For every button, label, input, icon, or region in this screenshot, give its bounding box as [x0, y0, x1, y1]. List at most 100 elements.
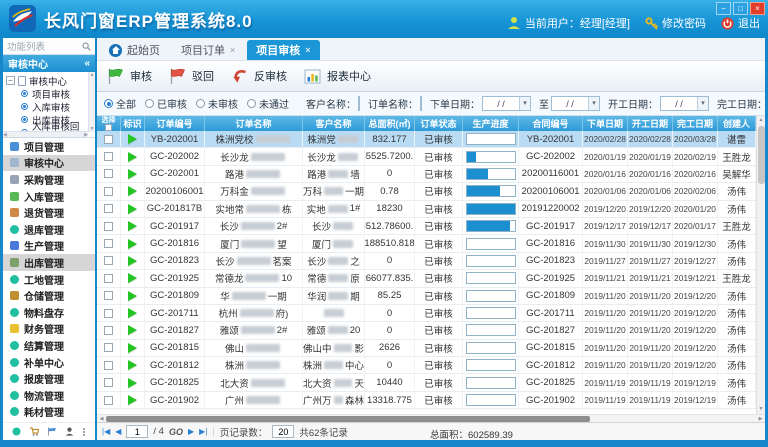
column-header-11[interactable]: 完工日期	[673, 116, 718, 131]
row-checkbox[interactable]	[104, 291, 113, 300]
status-radio-未审核[interactable]: 未审核	[196, 96, 247, 111]
audit-button[interactable]: 审核	[106, 67, 152, 86]
tab-home[interactable]: 起始页	[100, 40, 169, 60]
tree-hscrollbar[interactable]: ◀▶	[3, 131, 88, 137]
first-page-button[interactable]: |◀	[102, 427, 110, 436]
column-header-5[interactable]: 总面积(㎡)	[365, 116, 415, 131]
sidebar-module-结算管理[interactable]: 结算管理	[3, 337, 95, 354]
column-header-12[interactable]: 创建人	[718, 116, 756, 131]
sidebar-module-入库管理[interactable]: 入库管理	[3, 188, 95, 205]
status-radio-未通过[interactable]: 未通过	[247, 96, 298, 111]
column-header-4[interactable]: 客户名称	[303, 116, 365, 131]
tree-item[interactable]: 项目审核	[6, 87, 87, 100]
sidebar-module-工地管理[interactable]: 工地管理	[3, 271, 95, 288]
row-checkbox[interactable]	[104, 204, 113, 213]
report-center-button[interactable]: 报表中心	[303, 67, 371, 86]
column-header-0[interactable]: 选择	[97, 116, 121, 131]
next-page-button[interactable]: ▶	[188, 427, 194, 436]
minimize-button[interactable]: −	[716, 2, 731, 15]
row-checkbox[interactable]	[104, 256, 113, 265]
more-icon[interactable]	[82, 427, 86, 436]
row-checkbox[interactable]	[104, 187, 113, 196]
sidebar-module-物料盘存[interactable]: 物料盘存	[3, 304, 95, 321]
start-date-picker[interactable]: / / ▾	[660, 96, 709, 111]
column-header-7[interactable]: 生产进度	[463, 116, 519, 131]
tree-vscrollbar[interactable]: ▲▼	[88, 72, 95, 132]
hscroll-thumb[interactable]	[106, 416, 590, 422]
table-row[interactable]: 20200106001万科金万科一期0.78已审核202001060012020…	[97, 183, 756, 200]
table-vscrollbar[interactable]: ▲ ▼	[756, 116, 765, 414]
cart-icon[interactable]	[29, 427, 39, 436]
sidebar-module-耗材管理[interactable]: 耗材管理	[3, 404, 95, 421]
table-row[interactable]: GC-201825北大资北大资天10440已审核GC-2018252019/11…	[97, 374, 756, 391]
vscroll-thumb[interactable]	[758, 126, 765, 184]
sidebar-module-审核中心[interactable]: 审核中心	[3, 155, 95, 172]
close-tab-icon[interactable]: ×	[305, 45, 310, 55]
column-header-1[interactable]: 标识	[121, 116, 145, 131]
maximize-button[interactable]: □	[733, 2, 748, 15]
column-header-6[interactable]: 订单状态	[415, 116, 463, 131]
row-checkbox[interactable]	[104, 309, 113, 318]
calendar-dropdown-icon[interactable]: ▾	[697, 97, 708, 110]
scroll-right-icon[interactable]: ▶	[756, 416, 765, 422]
row-checkbox[interactable]	[104, 378, 113, 387]
row-checkbox[interactable]	[104, 222, 113, 231]
customer-name-input[interactable]	[358, 96, 360, 111]
sidebar-module-采购管理[interactable]: 采购管理	[3, 171, 95, 188]
row-checkbox[interactable]	[104, 361, 113, 370]
table-row[interactable]: GC-201809华一期华润期85.25已审核GC-2018092019/11/…	[97, 288, 756, 305]
order-date-from-picker[interactable]: / / ▾	[482, 96, 531, 111]
sidebar-module-退库管理[interactable]: 退库管理	[3, 221, 95, 238]
order-name-input[interactable]	[420, 96, 422, 111]
table-row[interactable]: GC-201925常德龙10常德原266077.835...已审核GC-2019…	[97, 270, 756, 287]
table-row[interactable]: GC-201827雅颂2#雅颂200已审核GC-2018272019/11/20…	[97, 322, 756, 339]
person-icon[interactable]	[65, 427, 74, 436]
sidebar-module-生产管理[interactable]: 生产管理	[3, 238, 95, 255]
row-checkbox[interactable]	[104, 326, 113, 335]
calendar-dropdown-icon[interactable]: ▾	[519, 97, 530, 110]
prev-page-button[interactable]: ◀	[115, 427, 121, 436]
table-row[interactable]: GC-202001路港路港墙0已审核202001160012020/01/162…	[97, 166, 756, 183]
collapse-icon[interactable]: «	[84, 58, 90, 69]
tab-project-orders[interactable]: 项目订单 ×	[172, 40, 244, 60]
row-checkbox[interactable]	[104, 396, 113, 405]
table-row[interactable]: GC-201817B实地常栋实地1#18230已审核20191220002201…	[97, 201, 756, 218]
select-all-checkbox[interactable]	[105, 124, 112, 131]
table-row[interactable]: GC-201812株洲株洲中心0已审核GC-2018122019/11/2020…	[97, 357, 756, 374]
status-radio-全部[interactable]: 全部	[104, 96, 145, 111]
change-password-button[interactable]: 修改密码	[645, 15, 706, 31]
calendar-dropdown-icon[interactable]: ▾	[588, 97, 599, 110]
column-header-10[interactable]: 开工日期	[628, 116, 673, 131]
close-tab-icon[interactable]: ×	[230, 45, 235, 55]
tab-project-audit[interactable]: 项目审核 ×	[247, 40, 319, 60]
reject-button[interactable]: 驳回	[168, 67, 214, 86]
row-checkbox[interactable]	[104, 239, 113, 248]
status-radio-已审核[interactable]: 已审核	[145, 96, 196, 111]
logout-button[interactable]: 退出	[721, 15, 760, 31]
sidebar-module-退货管理[interactable]: 退货管理	[3, 204, 95, 221]
sidebar-module-项目管理[interactable]: 项目管理	[3, 138, 95, 155]
sidebar-module-物流管理[interactable]: 物流管理	[3, 387, 95, 404]
unaudit-button[interactable]: 反审核	[230, 67, 287, 86]
table-row[interactable]: GC-201815佛山佛山中影2626已审核GC-2018152019/11/2…	[97, 340, 756, 357]
table-row[interactable]: GC-201902广州广州万森林13318.775已审核GC-201902201…	[97, 392, 756, 409]
last-page-button[interactable]: ▶|	[199, 427, 207, 436]
scroll-down-icon[interactable]: ▼	[759, 405, 764, 414]
table-row[interactable]: YB-202001株洲党校株洲党832.177已审核YB-2020012020/…	[97, 131, 756, 148]
page-size-input[interactable]	[272, 425, 294, 438]
sidebar-module-补单中心[interactable]: 补单中心	[3, 354, 95, 371]
scroll-up-icon[interactable]: ▲	[759, 116, 764, 125]
tree-root-node[interactable]: − 审核中心	[6, 74, 87, 87]
table-row[interactable]: GC-201711杭州府)0已审核GC-2017112019/11/202019…	[97, 305, 756, 322]
dot-icon[interactable]	[12, 427, 21, 436]
scroll-left-icon[interactable]: ◀	[97, 416, 106, 422]
row-checkbox[interactable]	[104, 152, 113, 161]
page-number-input[interactable]	[126, 425, 148, 438]
function-search-input[interactable]: 功能列表	[3, 38, 95, 55]
sidebar-module-财务管理[interactable]: 财务管理	[3, 321, 95, 338]
sidebar-module-出库管理[interactable]: 出库管理	[3, 254, 95, 271]
sidebar-module-仓储管理[interactable]: 仓储管理	[3, 287, 95, 304]
column-header-3[interactable]: 订单名称	[205, 116, 303, 131]
column-header-9[interactable]: 下单日期	[583, 116, 628, 131]
tree-expander-icon[interactable]: −	[6, 76, 15, 85]
